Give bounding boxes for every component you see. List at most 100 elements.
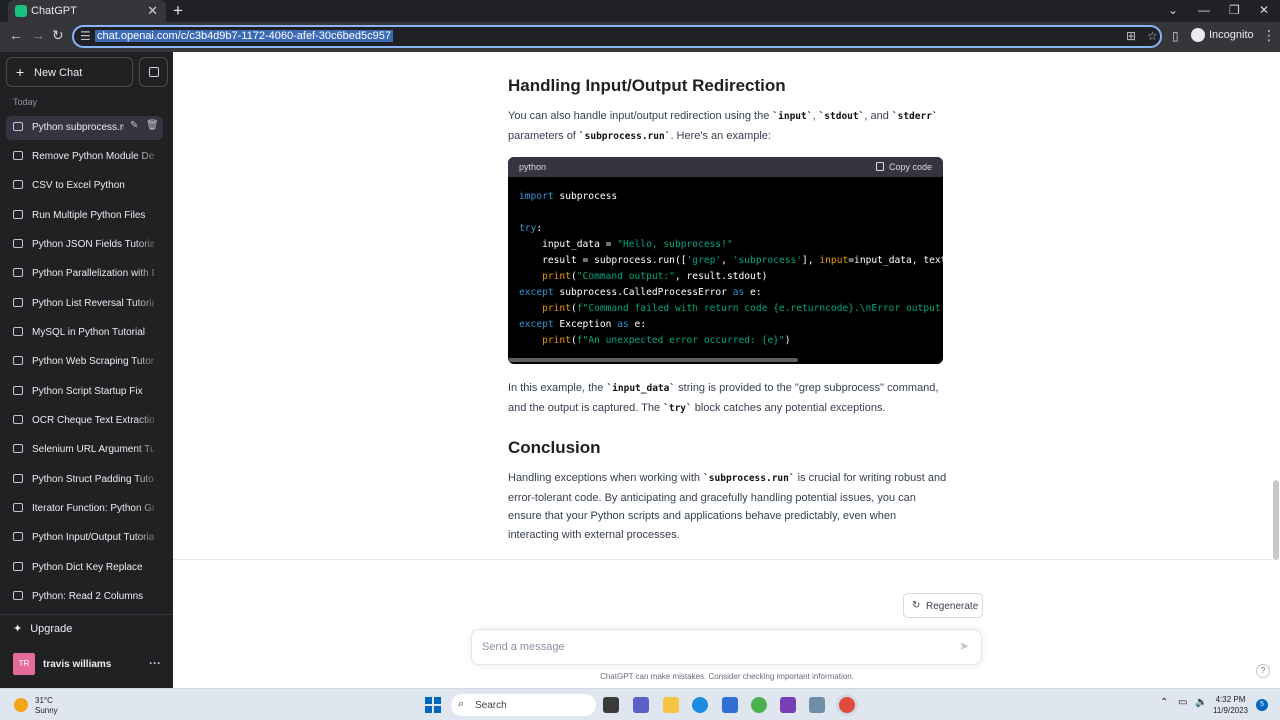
incognito-icon <box>1191 28 1205 42</box>
notification-badge[interactable]: 5 <box>1256 699 1268 711</box>
chat-bubble-icon <box>13 151 23 160</box>
chat-history-item[interactable]: Selenium URL Argument Tut <box>6 438 163 462</box>
close-sidebar-button[interactable] <box>139 57 168 87</box>
chat-bubble-icon <box>13 444 23 453</box>
tab-title: ChatGPT <box>31 5 77 17</box>
browser-tab[interactable]: ChatGPT ✕ <box>8 0 166 22</box>
bookmark-star-icon[interactable]: ☆ <box>1147 29 1158 43</box>
chat-history-item[interactable]: Python List Reversal Tutorial <box>6 292 163 316</box>
task-view-icon[interactable] <box>603 697 619 713</box>
chat-history-item[interactable]: CSV to Excel Python <box>6 174 163 198</box>
url-text[interactable]: chat.openai.com/c/c3b4d9b7-1172-4060-afe… <box>95 30 393 42</box>
chat-bubble-icon <box>13 356 23 365</box>
chat-history-item[interactable]: Python Parallelization with E <box>6 262 163 286</box>
address-bar[interactable]: ☰ chat.openai.com/c/c3b4d9b7-1172-4060-a… <box>72 25 1162 48</box>
page-scrollbar[interactable] <box>1273 480 1279 560</box>
user-name: travis williams <box>43 659 112 670</box>
file-explorer-icon[interactable] <box>663 697 679 713</box>
volume-icon[interactable]: 🔈 <box>1195 697 1207 708</box>
message-placeholder: Send a message <box>482 641 565 653</box>
forward-button[interactable]: → <box>31 27 45 43</box>
network-icon[interactable]: ▭ <box>1178 697 1187 708</box>
windows-start-icon[interactable] <box>425 697 441 713</box>
side-panel-icon[interactable]: ▯ <box>1172 29 1179 43</box>
code-block-header: python Copy code <box>508 157 943 177</box>
edge-browser-icon[interactable] <box>692 697 708 713</box>
chat-bubble-icon <box>13 474 23 483</box>
chat-history-item[interactable]: MySQL in Python Tutorial <box>6 321 163 345</box>
chat-bubble-icon <box>13 239 23 248</box>
install-app-icon[interactable]: ⊞ <box>1126 29 1136 43</box>
back-button[interactable]: ← <box>9 27 23 43</box>
close-tab-icon[interactable]: ✕ <box>147 3 158 19</box>
maximize-button[interactable]: ❐ <box>1229 3 1240 17</box>
incognito-indicator[interactable]: Incognito <box>1191 28 1254 42</box>
chat-history-item[interactable]: Python Script Startup Fix <box>6 380 163 404</box>
code-language: python <box>519 162 547 172</box>
regenerate-button[interactable]: ↻ Regenerate <box>903 593 983 618</box>
code-horizontal-scrollbar[interactable] <box>508 358 798 362</box>
more-options-icon[interactable]: ··· <box>149 656 161 670</box>
chat-bubble-icon <box>13 562 23 571</box>
show-hidden-icons[interactable]: ⌃ <box>1160 697 1168 708</box>
chat-history-item[interactable]: Python JSON Fields Tutorial <box>6 233 163 257</box>
sidebar-divider <box>0 614 173 615</box>
paragraph: You can also handle input/output redirec… <box>508 110 938 142</box>
chat-bubble-icon <box>13 415 23 424</box>
chat-bubble-icon <box>13 180 23 189</box>
reload-button[interactable]: ↻ <box>52 27 64 44</box>
chat-history-item[interactable]: Python Web Scraping Tutori <box>6 350 163 374</box>
sparkle-icon: ✦ <box>13 623 23 635</box>
section-heading: Conclusion <box>508 438 601 457</box>
chat-history-item[interactable]: Run Multiple Python Files <box>6 204 163 228</box>
app-icon[interactable] <box>809 697 825 713</box>
chat-history-item[interactable]: Iterator Function: Python Gu <box>6 497 163 521</box>
chat-bubble-icon <box>13 327 23 336</box>
new-chat-button[interactable]: + New Chat <box>6 57 133 87</box>
site-info-icon[interactable]: ☰ <box>80 29 91 43</box>
chat-history-item[interactable]: Python: Read 2 Columns <box>6 585 163 609</box>
chat-bubble-icon <box>13 503 23 512</box>
code-block: python Copy code import subprocess try: … <box>508 157 943 364</box>
system-clock[interactable]: 4:32 PM 11/9/2023 <box>1213 694 1248 716</box>
help-button[interactable]: ? <box>1256 664 1270 678</box>
chat-history-item[interactable]: Python Dict Key Replace <box>6 556 163 580</box>
chat-history-item[interactable]: Remove Python Module Dep <box>6 145 163 169</box>
chrome-icon[interactable] <box>751 697 767 713</box>
edit-icon[interactable]: ✎ <box>130 120 138 131</box>
chatgpt-favicon-icon <box>15 5 27 17</box>
paragraph: Handling exceptions when working with `s… <box>508 472 947 541</box>
delete-icon[interactable]: 🗑 <box>146 120 159 131</box>
content-divider <box>173 559 1273 560</box>
chat-bubble-icon <box>13 591 23 600</box>
app-icon[interactable] <box>780 697 796 713</box>
send-icon[interactable]: ➤ <box>959 639 969 653</box>
teams-chat-icon[interactable] <box>633 697 649 713</box>
chat-bubble-icon <box>13 210 23 219</box>
chat-history-item[interactable]: Python Input/Output Tutorial <box>6 526 163 550</box>
chat-bubble-icon <box>13 268 23 277</box>
clipboard-icon <box>875 162 884 171</box>
chat-bubble-icon <box>13 298 23 307</box>
tab-search-icon[interactable]: ⌄ <box>1168 3 1178 17</box>
section-label-today: Today <box>13 97 38 107</box>
browser-tab-bar: ChatGPT ✕ + ⌄ — ❐ ✕ <box>0 0 1280 22</box>
chat-history-item[interactable]: Python Struct Padding Tutori <box>6 468 163 492</box>
browser-toolbar: ← → ↻ ☰ chat.openai.com/c/c3b4d9b7-1172-… <box>0 22 1280 52</box>
microsoft-store-icon[interactable] <box>722 697 738 713</box>
sidebar-toggle-icon <box>149 67 159 77</box>
upgrade-button[interactable]: ✦ Upgrade <box>13 622 72 635</box>
chrome-active-icon[interactable] <box>839 697 855 713</box>
close-window-button[interactable]: ✕ <box>1259 3 1269 17</box>
code-content: import subprocess try: input_data = "Hel… <box>519 191 943 346</box>
chat-history-item[interactable]: OCR Cheque Text Extraction <box>6 409 163 433</box>
refresh-icon: ↻ <box>912 600 921 611</box>
browser-menu-icon[interactable]: ⋮ <box>1262 27 1276 44</box>
chat-bubble-icon <box>13 532 23 541</box>
taskbar-search[interactable]: ⌕ Search <box>451 694 596 716</box>
minimize-button[interactable]: — <box>1198 3 1210 17</box>
new-tab-button[interactable]: + <box>173 1 183 21</box>
chat-history-item[interactable]: Python subprocess.ru ✎ 🗑 <box>6 116 163 140</box>
message-input[interactable]: Send a message ➤ <box>471 629 982 665</box>
copy-code-button[interactable]: Copy code <box>875 162 932 172</box>
